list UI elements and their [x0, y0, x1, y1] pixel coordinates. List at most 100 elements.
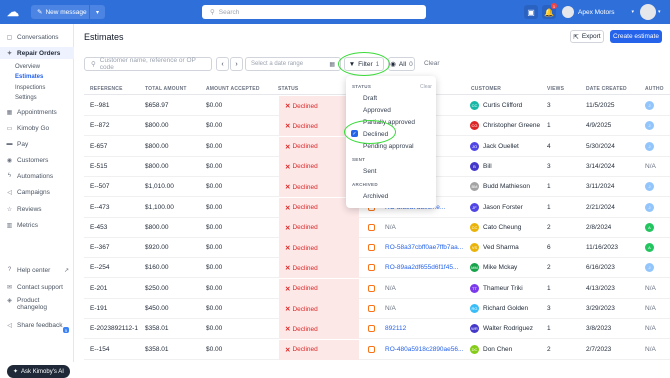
- total-cell: $800.00: [145, 223, 169, 231]
- dropdown-clear-link[interactable]: Clear: [420, 84, 432, 90]
- column-header-views[interactable]: VIEWS: [547, 86, 564, 92]
- customer-name[interactable]: Ved Sharma: [483, 244, 519, 251]
- accepted-cell: $0.00: [206, 305, 223, 312]
- message-icon[interactable]: [368, 264, 375, 272]
- sidebar-item-repair-orders[interactable]: ✦ Repair Orders: [0, 47, 74, 59]
- table-row[interactable]: E--254 $160.00 $0.00 ✕ Declined RO-89aa2df655…: [84, 258, 670, 279]
- create-estimate-button[interactable]: Create estimate: [610, 30, 662, 43]
- sidebar-help-center[interactable]: ? Help center: [0, 264, 74, 276]
- new-message-button[interactable]: ✎ New message ▾: [31, 5, 105, 19]
- sidebar-contact-support[interactable]: ✉ Contact support: [0, 281, 74, 293]
- repair-order-link[interactable]: RO-58a37cbff0ae7ffb7aa...: [385, 244, 463, 251]
- sidebar-item-campaigns[interactable]: ◁ Campaigns: [0, 186, 74, 198]
- ask-ai-label: Ask Kimoby's AI: [21, 368, 64, 375]
- sidebar-sub-inspections[interactable]: Inspections: [15, 85, 45, 91]
- customer-name[interactable]: Richard Golden: [483, 305, 528, 312]
- customer-name[interactable]: Walter Rodriguez: [483, 325, 533, 332]
- views-cell: 2: [547, 264, 551, 272]
- message-icon[interactable]: [368, 284, 375, 292]
- star-icon: ☆: [6, 206, 13, 213]
- message-icon[interactable]: [368, 244, 375, 252]
- sidebar-share-feedback[interactable]: ◁ Share feedback: [0, 319, 74, 331]
- user-avatar[interactable]: [640, 4, 656, 20]
- message-icon[interactable]: [368, 223, 375, 231]
- option-draft[interactable]: Draft: [363, 95, 377, 102]
- column-header-customer[interactable]: CUSTOMER: [471, 86, 501, 92]
- sidebar-item-label: Conversations: [17, 33, 59, 41]
- table-row[interactable]: E-453 $800.00 $0.00 ✕ Declined N/A CC Cato Cheu…: [84, 217, 670, 238]
- export-button[interactable]: ⇱ Export: [570, 30, 604, 43]
- customer-name[interactable]: Cato Cheung: [483, 224, 521, 231]
- kimoby-logo-icon[interactable]: ☁: [7, 5, 21, 19]
- customer-name[interactable]: Don Chen: [483, 346, 512, 353]
- customer-name[interactable]: Curtis Clifford: [483, 102, 522, 109]
- table-row[interactable]: E-201 $250.00 $0.00 ✕ Declined N/A TT Thameur T…: [84, 278, 670, 299]
- customer-name[interactable]: Jack Ouellet: [483, 143, 519, 150]
- repair-order-link[interactable]: RO-89aa2df655d6f1f45...: [385, 264, 458, 271]
- repair-order-link[interactable]: 892112: [385, 325, 406, 332]
- total-cell: $800.00: [145, 142, 169, 150]
- option-approved[interactable]: Approved: [363, 107, 391, 114]
- customer-name[interactable]: Thameur Triki: [483, 285, 523, 292]
- customer-name[interactable]: Jason Forster: [483, 204, 523, 211]
- assignee-filter-button[interactable]: ◉ All 0: [388, 57, 415, 71]
- accepted-cell: $0.00: [206, 244, 223, 252]
- repair-order-link[interactable]: RO-480a5918c2890ae56...: [385, 346, 463, 353]
- option-pending-approval[interactable]: Pending approval: [363, 143, 414, 150]
- column-header-date[interactable]: DATE CREATED: [586, 86, 627, 92]
- next-button[interactable]: ›: [230, 57, 243, 71]
- column-header-reference[interactable]: REFERENCE: [90, 86, 123, 92]
- sidebar-item-customers[interactable]: ◉ Customers: [0, 154, 74, 166]
- megaphone-icon: ◁: [7, 322, 12, 329]
- customer-name[interactable]: Bill: [483, 163, 492, 170]
- table-row[interactable]: E--154 $358.01 $0.00 ✕ Declined RO-480a5918c2…: [84, 339, 670, 360]
- ask-ai-button[interactable]: ✦ Ask Kimoby's AI: [7, 365, 70, 378]
- sidebar-sub-settings[interactable]: Settings: [15, 95, 37, 101]
- prev-button[interactable]: ‹: [216, 57, 229, 71]
- customer-name[interactable]: Mike Mckay: [483, 264, 517, 271]
- sidebar-item-kimoby-go[interactable]: ▭ Kimoby Go: [0, 122, 74, 134]
- message-icon[interactable]: [368, 345, 375, 353]
- global-search-input[interactable]: ⚲ Search: [202, 5, 426, 19]
- customer-name[interactable]: Christopher Greene: [483, 122, 540, 129]
- wrench-icon: ✦: [6, 50, 13, 57]
- sidebar-item-metrics[interactable]: ▥ Metrics: [0, 219, 74, 231]
- sidebar-item-label: Automations: [17, 172, 54, 180]
- megaphone-icon: ◁: [7, 189, 12, 196]
- sidebar-item-reviews[interactable]: ☆ Reviews: [0, 203, 74, 215]
- table-row[interactable]: E-2023892112-1 $358.01 $0.00 ✕ Declined 89211…: [84, 319, 670, 340]
- message-icon[interactable]: [368, 325, 375, 333]
- date-range-input[interactable]: Select a date range ▦: [245, 57, 341, 71]
- sidebar-item-automations[interactable]: ϟ Automations: [0, 170, 74, 182]
- sidebar-product-changelog[interactable]: ◈ Product changelog: [0, 297, 74, 313]
- column-header-accepted[interactable]: AMOUNT ACCEPTED: [206, 86, 260, 92]
- option-sent[interactable]: Sent: [363, 168, 376, 175]
- accepted-cell: $0.00: [206, 284, 223, 292]
- customer-avatar: JO: [470, 141, 479, 151]
- status-label: Declined: [292, 346, 318, 354]
- option-archived[interactable]: Archived: [363, 193, 388, 200]
- chevron-down-icon[interactable]: ▾: [89, 5, 105, 19]
- date-cell: 3/14/2024: [586, 162, 615, 170]
- customer-name[interactable]: Budd Mathieson: [483, 183, 530, 190]
- table-row[interactable]: E-191 $450.00 $0.00 ✕ Declined N/A RG Richard G…: [84, 299, 670, 319]
- column-header-status[interactable]: STATUS: [278, 86, 298, 92]
- account-switcher[interactable]: Apex Motors ▾: [562, 4, 634, 20]
- phone-icon[interactable]: ▣: [524, 5, 538, 19]
- estimate-search-input[interactable]: ⚲ Customer name, reference or OP code: [84, 57, 212, 71]
- chevron-down-icon[interactable]: ▾: [658, 9, 661, 15]
- sidebar-item-conversations[interactable]: ▢ Conversations: [0, 31, 74, 43]
- clear-filters-link[interactable]: Clear: [424, 60, 440, 67]
- sidebar-sub-estimates[interactable]: Estimates: [15, 74, 43, 80]
- column-header-author[interactable]: AUTHO: [645, 86, 664, 92]
- assignee-filter-label: All: [398, 60, 407, 68]
- column-header-total[interactable]: TOTAL AMOUNT: [145, 86, 187, 92]
- sidebar-item-pay[interactable]: ▬ Pay: [0, 138, 74, 150]
- table-row[interactable]: E--367 $920.00 $0.00 ✕ Declined RO-58a37cbff0…: [84, 238, 670, 259]
- sidebar-sub-overview[interactable]: Overview: [15, 64, 40, 70]
- date-range-placeholder: Select a date range: [251, 61, 304, 67]
- calendar-icon: ▦: [6, 109, 13, 116]
- close-icon: ✕: [285, 326, 291, 334]
- message-icon[interactable]: [368, 305, 375, 312]
- sidebar-item-appointments[interactable]: ▦ Appointments: [0, 106, 74, 118]
